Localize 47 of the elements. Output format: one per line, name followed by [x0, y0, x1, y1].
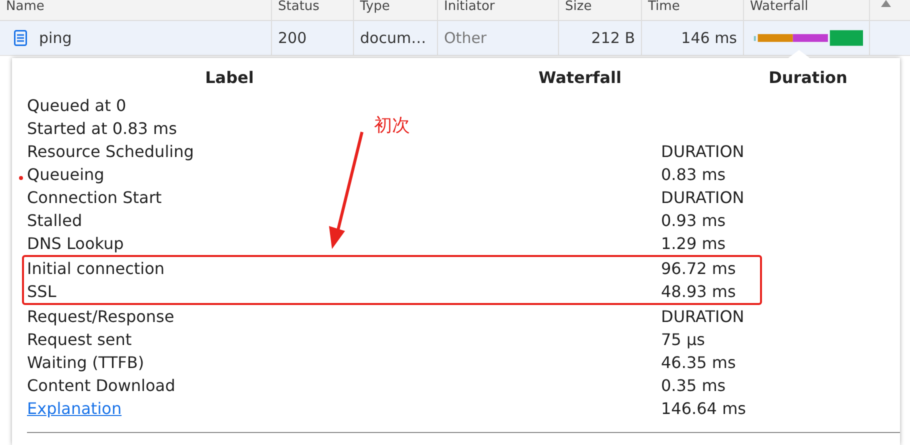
request-row[interactable]: ping 200 docum… Other 212 B 146 ms	[0, 21, 910, 56]
document-icon	[14, 30, 27, 46]
timing-label: Started at 0.83 ms	[27, 119, 177, 138]
column-header: Waterfall	[538, 68, 622, 89]
column-header[interactable]: Waterfall	[750, 0, 808, 14]
duration-value: 1.29 ms	[661, 234, 726, 253]
explanation-link[interactable]: Explanation	[27, 399, 122, 418]
dot-mark	[19, 176, 23, 180]
duration-value: DURATION	[661, 307, 744, 326]
duration-value: 0.93 ms	[661, 211, 726, 230]
timing-label: Initial connection	[27, 259, 165, 278]
column-header: Duration	[768, 68, 848, 89]
duration-value: 0.35 ms	[661, 376, 726, 395]
timing-label: Request/Response	[27, 307, 174, 326]
duration-value: 48.93 ms	[661, 282, 736, 301]
table-cell: 212 B	[591, 29, 635, 47]
column-header[interactable]: Name	[6, 0, 44, 14]
column-header[interactable]: Size	[565, 0, 592, 14]
annotation-note: 初次	[374, 114, 410, 137]
timing-label: Connection Start	[27, 188, 162, 207]
column-header: Label	[204, 68, 255, 89]
column-header[interactable]: Type	[360, 0, 390, 14]
timing-label: SSL	[27, 282, 56, 301]
timing-label: Request sent	[27, 330, 132, 349]
timing-label: Queueing	[27, 165, 104, 184]
table-cell: Other	[444, 29, 487, 47]
column-header[interactable]: Time	[648, 0, 680, 14]
duration-value: 146.64 ms	[661, 399, 746, 418]
duration-value: DURATION	[661, 142, 744, 161]
column-header[interactable]: Initiator	[444, 0, 495, 14]
duration-value: 75 µs	[661, 330, 705, 349]
table-cell: ping	[39, 29, 72, 47]
duration-value: 96.72 ms	[661, 259, 736, 278]
duration-value: 46.35 ms	[661, 353, 736, 372]
scroll-up-icon[interactable]	[881, 0, 891, 7]
timing-label: DNS Lookup	[27, 234, 124, 253]
timing-label: Content Download	[27, 376, 176, 395]
timing-label: Waiting (TTFB)	[27, 353, 144, 372]
duration-value: DURATION	[661, 188, 744, 207]
timing-label: Queued at 0	[27, 96, 126, 115]
table-cell: 146 ms	[681, 29, 737, 47]
timing-label: Resource Scheduling	[27, 142, 194, 161]
timing-label: Stalled	[27, 211, 82, 230]
table-cell: docum…	[360, 29, 426, 47]
duration-value: 0.83 ms	[661, 165, 726, 184]
column-header[interactable]: Status	[278, 0, 320, 14]
table-cell: 200	[278, 29, 307, 47]
